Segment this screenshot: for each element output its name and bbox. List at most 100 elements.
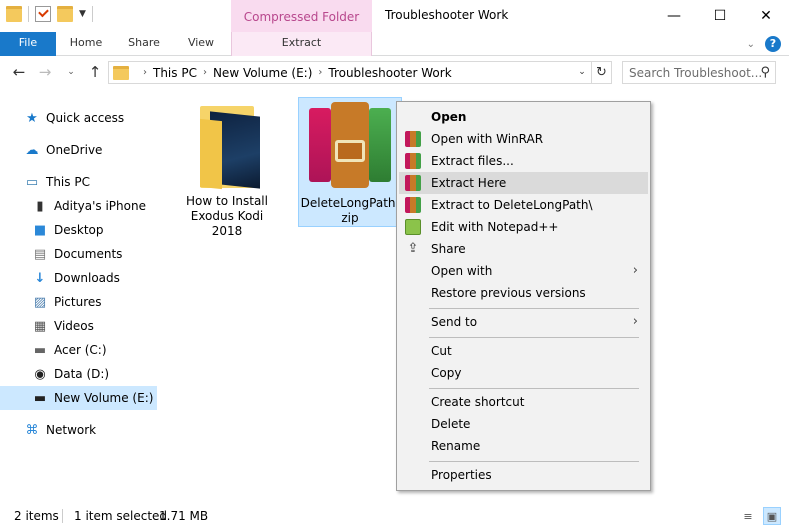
- breadcrumb-new-volume[interactable]: New Volume (E:): [213, 66, 312, 80]
- menu-separator: [429, 388, 639, 389]
- cloud-icon: ☁: [25, 142, 39, 158]
- videos-icon: ▦: [33, 318, 47, 334]
- drive-icon: ◉: [34, 366, 46, 382]
- selection-size: 1.71 MB: [159, 509, 209, 523]
- pictures-icon: ▨: [33, 294, 47, 310]
- close-button[interactable]: ✕: [743, 0, 789, 32]
- menu-item-cut[interactable]: Cut: [399, 340, 648, 362]
- sidebar-item-new-volume-e[interactable]: ▬ New Volume (E:): [0, 386, 157, 410]
- menu-item-copy[interactable]: Copy: [399, 362, 648, 384]
- title-bar: ▼ Compressed Folder Tools Troubleshooter…: [0, 0, 789, 58]
- details-view-icon[interactable]: ≡: [739, 507, 757, 525]
- sidebar-item-desktop[interactable]: ■ Desktop: [0, 218, 157, 242]
- menu-separator: [429, 461, 639, 462]
- menu-item-open-with-winrar[interactable]: Open with WinRAR: [399, 128, 648, 150]
- menu-separator: [429, 337, 639, 338]
- menu-item-open[interactable]: Open: [399, 106, 648, 128]
- file-item-folder[interactable]: How to Install Exodus Kodi 2018: [175, 98, 279, 238]
- sidebar-item-label: Desktop: [54, 223, 104, 237]
- sidebar-item-label: Videos: [54, 319, 94, 333]
- tab-file[interactable]: File: [0, 32, 56, 56]
- back-button[interactable]: ←: [10, 62, 28, 82]
- folder-thumbnail-icon: [200, 106, 260, 190]
- sidebar-item-label: Pictures: [54, 295, 102, 309]
- winrar-icon: [405, 153, 421, 169]
- context-menu: Open Open with WinRAR Extract files... E…: [396, 101, 651, 491]
- menu-item-label: Extract files...: [431, 154, 514, 168]
- status-separator: [62, 509, 63, 523]
- sidebar-item-acer-c[interactable]: ▬ Acer (C:): [0, 338, 157, 362]
- menu-item-send-to[interactable]: Send to ›: [399, 311, 648, 333]
- winrar-archive-icon: [305, 102, 395, 190]
- sidebar-item-data-d[interactable]: ◉ Data (D:): [0, 362, 157, 386]
- recent-locations-button[interactable]: ⌄: [62, 62, 80, 82]
- up-button[interactable]: ↑: [86, 62, 104, 82]
- menu-separator: [429, 308, 639, 309]
- breadcrumb-separator[interactable]: ›: [318, 67, 322, 78]
- file-label: How to Install Exodus Kodi 2018: [186, 194, 268, 238]
- sidebar-item-quick-access[interactable]: ★ Quick access: [0, 106, 157, 130]
- menu-item-rename[interactable]: Rename: [399, 435, 648, 457]
- menu-item-label: Open: [431, 110, 467, 124]
- contextual-tab-group-label: Compressed Folder Tools: [231, 0, 372, 58]
- sidebar-item-onedrive[interactable]: ☁ OneDrive: [0, 138, 157, 162]
- menu-item-label: Rename: [431, 439, 481, 453]
- breadcrumb-separator[interactable]: ›: [143, 67, 147, 78]
- breadcrumb-separator[interactable]: ›: [203, 67, 207, 78]
- address-bar[interactable]: › This PC › New Volume (E:) › Troublesho…: [108, 61, 592, 84]
- maximize-button[interactable]: ☐: [697, 0, 743, 32]
- sidebar-item-network[interactable]: ⌘ Network: [0, 418, 157, 442]
- breadcrumb-troubleshooter-work[interactable]: Troubleshooter Work: [328, 66, 451, 80]
- properties-icon[interactable]: [35, 6, 51, 22]
- desktop-icon: ■: [33, 222, 47, 238]
- menu-item-label: Delete: [431, 417, 471, 431]
- large-icons-view-icon[interactable]: ▣: [763, 507, 781, 525]
- folder-icon: [113, 65, 129, 80]
- sidebar-item-iphone[interactable]: ▮ Aditya's iPhone: [0, 194, 157, 218]
- file-item-zip[interactable]: DeleteLongPath.zip: [298, 97, 402, 227]
- new-folder-icon[interactable]: [57, 6, 73, 22]
- expand-ribbon-icon[interactable]: ⌄: [747, 39, 755, 50]
- tab-home[interactable]: Home: [61, 32, 111, 56]
- menu-item-create-shortcut[interactable]: Create shortcut: [399, 391, 648, 413]
- folder-front: [200, 118, 222, 190]
- address-dropdown-icon[interactable]: ⌄: [573, 62, 591, 83]
- search-icon[interactable]: ⚲: [760, 65, 770, 80]
- menu-item-label: Extract Here: [431, 176, 507, 190]
- folder-icon[interactable]: [6, 6, 22, 22]
- menu-item-restore-previous-versions[interactable]: Restore previous versions: [399, 282, 648, 304]
- tab-share[interactable]: Share: [121, 32, 167, 56]
- sidebar-item-label: OneDrive: [46, 143, 103, 157]
- sidebar-item-label: Data (D:): [54, 367, 110, 381]
- menu-item-label: Properties: [431, 468, 492, 482]
- search-input[interactable]: Search Troubleshoot... ⚲: [622, 61, 776, 84]
- tab-view[interactable]: View: [178, 32, 224, 56]
- network-icon: ⌘: [25, 422, 39, 438]
- menu-item-extract-to-folder[interactable]: Extract to DeleteLongPath\: [399, 194, 648, 216]
- breadcrumb-this-pc[interactable]: This PC: [153, 66, 197, 80]
- forward-button[interactable]: →: [36, 62, 54, 82]
- sidebar-item-downloads[interactable]: ↓ Downloads: [0, 266, 157, 290]
- customize-qat-icon[interactable]: ▼: [79, 9, 86, 19]
- sidebar-item-label: New Volume (E:): [54, 391, 154, 405]
- qat-separator: [28, 6, 29, 22]
- minimize-button[interactable]: —: [651, 0, 697, 32]
- sidebar-item-pictures[interactable]: ▨ Pictures: [0, 290, 157, 314]
- menu-item-label: Restore previous versions: [431, 286, 586, 300]
- menu-item-share[interactable]: ⇪ Share: [399, 238, 648, 260]
- refresh-button[interactable]: ↻: [592, 61, 612, 84]
- menu-item-label: Create shortcut: [431, 395, 525, 409]
- menu-item-open-with[interactable]: Open with ›: [399, 260, 648, 282]
- menu-item-extract-files[interactable]: Extract files...: [399, 150, 648, 172]
- quick-access-toolbar: ▼: [6, 6, 93, 22]
- sidebar-item-videos[interactable]: ▦ Videos: [0, 314, 157, 338]
- menu-item-properties[interactable]: Properties: [399, 464, 648, 486]
- sidebar-item-documents[interactable]: ▤ Documents: [0, 242, 157, 266]
- tab-extract[interactable]: Extract: [231, 32, 372, 56]
- help-icon[interactable]: ?: [765, 36, 781, 52]
- sidebar-item-this-pc[interactable]: ▭ This PC: [0, 170, 157, 194]
- archive-book-green: [369, 108, 391, 182]
- menu-item-edit-with-notepadpp[interactable]: Edit with Notepad++: [399, 216, 648, 238]
- menu-item-delete[interactable]: Delete: [399, 413, 648, 435]
- menu-item-extract-here[interactable]: Extract Here: [399, 172, 648, 194]
